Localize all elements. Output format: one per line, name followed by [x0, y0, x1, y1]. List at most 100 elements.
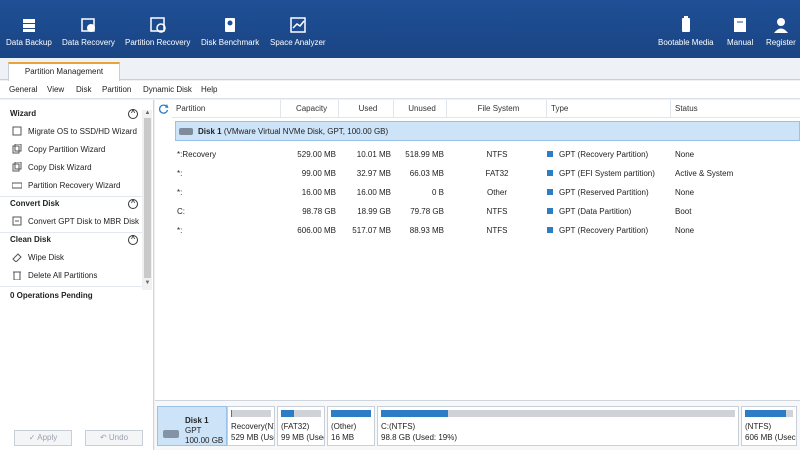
partition-type-icon: [547, 189, 553, 195]
register-button[interactable]: Register: [766, 16, 796, 47]
table-cell-used: 32.97 MB: [356, 169, 391, 178]
data-recovery-label: Data Recovery: [62, 38, 115, 47]
manual-button[interactable]: Manual: [727, 16, 753, 47]
data-backup-icon: [22, 19, 35, 32]
disk-map-partition[interactable]: (FAT32) 99 MB (Used:: [277, 406, 325, 446]
col-header-file-system[interactable]: File System: [447, 100, 547, 118]
disk-benchmark-icon: [225, 18, 236, 32]
menu-help[interactable]: Help: [201, 85, 217, 94]
table-cell-used: 16.00 MB: [356, 188, 391, 197]
menu-partition[interactable]: Partition: [102, 85, 131, 94]
collapse-icon[interactable]: ^: [128, 235, 138, 245]
copy-partition-wizard[interactable]: Copy Partition Wizard: [12, 143, 105, 157]
usage-bar-fill: [745, 410, 786, 417]
usage-bar: [231, 410, 271, 417]
menu-dynamic-disk[interactable]: Dynamic Disk: [143, 85, 192, 94]
table-cell-type: GPT (Recovery Partition): [547, 150, 648, 159]
clean-disk-section-header[interactable]: Clean Disk ^: [0, 232, 142, 248]
disk-row[interactable]: Disk 1 (VMware Virtual NVMe Disk, GPT, 1…: [175, 121, 800, 141]
migrate-os-label: Migrate OS to SSD/HD Wizard: [28, 127, 137, 136]
data-recovery-button[interactable]: Data Recovery: [62, 16, 115, 47]
convert-disk-section-title: Convert Disk: [10, 199, 60, 208]
convert-disk-section-header[interactable]: Convert Disk ^: [0, 196, 142, 212]
clean-disk-section-title: Clean Disk: [10, 235, 51, 244]
copy-disk-wizard[interactable]: Copy Disk Wizard: [12, 161, 92, 175]
partition-recovery-icon: [149, 17, 166, 33]
table-cell-used: 517.07 MB: [352, 226, 391, 235]
table-cell-status: None: [675, 188, 695, 197]
col-header-capacity[interactable]: Capacity: [281, 100, 339, 118]
menu-disk[interactable]: Disk: [76, 85, 92, 94]
table-cell-unused: 79.78 GB: [410, 207, 444, 216]
disk-benchmark-label: Disk Benchmark: [201, 38, 260, 47]
partition-type-label: GPT (EFI System partition): [559, 169, 655, 178]
scroll-up-icon[interactable]: ▲: [144, 110, 151, 116]
disk-benchmark-button[interactable]: Disk Benchmark: [201, 16, 259, 47]
manual-label: Manual: [727, 38, 754, 47]
table-cell-partition: C:: [177, 207, 185, 216]
col-header-status[interactable]: Status: [671, 100, 800, 118]
migrate-os-wizard[interactable]: Migrate OS to SSD/HD Wizard: [12, 125, 137, 139]
collapse-icon[interactable]: ^: [128, 109, 138, 119]
bootable-media-icon: [681, 16, 690, 32]
col-header-unused[interactable]: Unused: [394, 100, 447, 118]
menu-general[interactable]: General: [9, 85, 37, 94]
col-header-partition[interactable]: Partition: [172, 100, 281, 118]
disk-map-disk[interactable]: Disk 1 GPT 100.00 GB: [157, 406, 227, 446]
usage-bar-fill: [381, 410, 449, 417]
partition-map-size: 98.8 GB (Used: 19%): [381, 433, 458, 442]
delete-all-partitions[interactable]: Delete All Partitions: [12, 269, 97, 283]
partition-type-icon: [547, 208, 553, 214]
table-cell-status: None: [675, 226, 695, 235]
usage-bar-fill: [331, 410, 371, 417]
disk-map-partition[interactable]: (Other) 16 MB: [327, 406, 375, 446]
bootable-media-label: Bootable Media: [658, 38, 714, 47]
partition-type-label: GPT (Recovery Partition): [559, 226, 649, 235]
bootable-media-button[interactable]: Bootable Media: [658, 16, 714, 47]
manual-icon: [734, 18, 747, 32]
partition-map-label: Recovery(NTI: [231, 422, 274, 431]
space-analyzer-label: Space Analyzer: [270, 38, 326, 47]
delete-all-label: Delete All Partitions: [28, 271, 98, 280]
scroll-down-icon[interactable]: ▼: [144, 280, 151, 286]
table-cell-type: GPT (Recovery Partition): [547, 226, 648, 235]
partition-type-label: GPT (Recovery Partition): [559, 150, 649, 159]
data-backup-button[interactable]: Data Backup: [6, 16, 52, 47]
partition-recovery-wizard[interactable]: Partition Recovery Wizard: [12, 179, 120, 193]
disk-name: Disk 1: [198, 127, 222, 136]
partition-type-icon: [547, 227, 553, 233]
table-cell-status: Active & System: [675, 169, 734, 178]
col-header-type[interactable]: Type: [547, 100, 671, 118]
table-cell-fs: NTFS: [486, 207, 508, 216]
usage-bar-fill: [231, 410, 232, 417]
sidebar-scroll-thumb[interactable]: [144, 118, 151, 278]
table-cell-capacity: 98.78 GB: [302, 207, 336, 216]
table-cell-type: GPT (Reserved Partition): [547, 188, 649, 197]
table-cell-capacity: 99.00 MB: [301, 169, 336, 178]
table-cell-status: Boot: [675, 207, 692, 216]
partition-map-size: 99 MB (Used:: [281, 433, 324, 442]
disk-map-partition[interactable]: Recovery(NTI 529 MB (Usec: [227, 406, 275, 446]
refresh-icon[interactable]: [159, 104, 169, 114]
table-cell-capacity: 529.00 MB: [297, 150, 336, 159]
disk-map-partition[interactable]: C:(NTFS) 98.8 GB (Used: 19%): [377, 406, 739, 446]
register-label: Register: [766, 38, 796, 47]
wipe-disk[interactable]: Wipe Disk: [12, 251, 64, 265]
wizard-section-header[interactable]: Wizard ^: [0, 106, 142, 122]
table-cell-unused: 518.99 MB: [405, 150, 444, 159]
partition-type-icon: [547, 170, 553, 176]
tab-partition-management[interactable]: Partition Management: [8, 62, 120, 81]
table-cell-fs: NTFS: [486, 226, 508, 235]
partition-recovery-button[interactable]: Partition Recovery: [125, 16, 190, 47]
undo-button[interactable]: ↶ Undo: [85, 430, 143, 446]
disk-icon: [163, 430, 179, 438]
space-analyzer-button[interactable]: Space Analyzer: [270, 16, 326, 47]
menu-view[interactable]: View: [47, 85, 64, 94]
disk-description: (VMware Virtual NVMe Disk, GPT, 100.00 G…: [223, 127, 389, 136]
apply-button[interactable]: ✓ Apply: [14, 430, 72, 446]
convert-gpt-to-mbr[interactable]: Convert GPT Disk to MBR Disk: [12, 215, 139, 229]
col-header-used[interactable]: Used: [339, 100, 394, 118]
main-toolbar: Data Backup Data Recovery Partition Reco…: [0, 0, 800, 58]
collapse-icon[interactable]: ^: [128, 199, 138, 209]
disk-map-partition[interactable]: (NTFS) 606 MB (Usec: [741, 406, 797, 446]
